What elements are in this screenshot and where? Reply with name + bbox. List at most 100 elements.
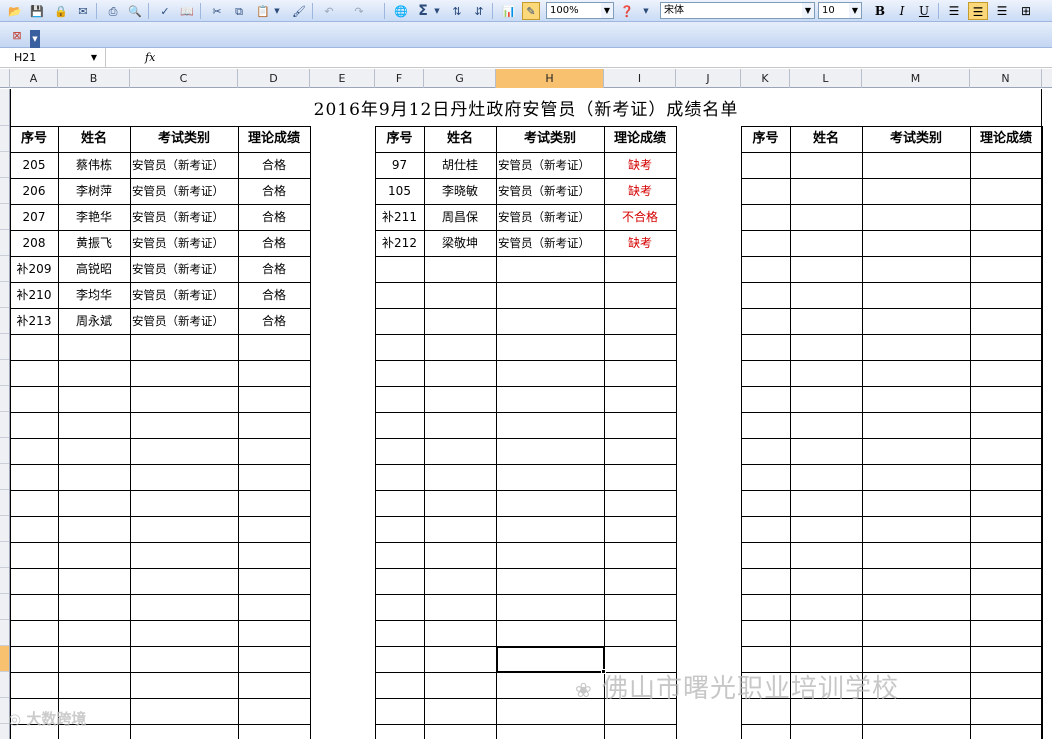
table-cell-name[interactable]: 蔡伟栋 <box>58 152 130 178</box>
print-icon[interactable]: ⎙ <box>104 2 122 20</box>
table-cell-no[interactable]: 补213 <box>10 308 58 334</box>
align-left-icon[interactable]: ☰ <box>944 2 964 20</box>
table-cell-name[interactable]: 李晓敏 <box>424 178 496 204</box>
sort-descending-icon[interactable]: ⇵ <box>470 2 488 20</box>
table-cell-type[interactable]: 安管员（新考证） <box>496 230 604 256</box>
autosum-icon[interactable]: Σ <box>414 2 432 20</box>
hyperlink-icon[interactable]: 🌐 <box>392 2 410 20</box>
font-name-dropdown-icon[interactable]: ▼ <box>802 3 814 18</box>
align-right-icon[interactable]: ☰ <box>992 2 1012 20</box>
column-header-j[interactable]: J <box>676 69 741 88</box>
table-cell-type[interactable]: 安管员（新考证） <box>130 230 238 256</box>
row-header[interactable] <box>0 646 9 672</box>
column-title-score[interactable]: 理论成绩 <box>604 126 676 152</box>
formula-input[interactable] <box>165 48 1045 67</box>
table-cell-name[interactable]: 梁敬坤 <box>424 230 496 256</box>
save-icon[interactable]: 💾 <box>28 2 46 20</box>
table-cell-name[interactable]: 高锐昭 <box>58 256 130 282</box>
column-title-score[interactable]: 理论成绩 <box>970 126 1042 152</box>
row-header[interactable] <box>0 89 9 126</box>
open-folder-icon[interactable]: 📂 <box>6 2 24 20</box>
table-cell-name[interactable]: 李均华 <box>58 282 130 308</box>
table-cell-type[interactable]: 安管员（新考证） <box>130 256 238 282</box>
copy-icon[interactable]: ⧉ <box>230 2 248 20</box>
format-painter-icon[interactable]: 🖌 <box>290 2 308 20</box>
row-header[interactable] <box>0 308 9 334</box>
row-header[interactable] <box>0 594 9 620</box>
table-cell-score[interactable]: 合格 <box>238 230 310 256</box>
table-cell-no[interactable]: 补210 <box>10 282 58 308</box>
autosum-dropdown-icon[interactable]: ▼ <box>432 2 442 20</box>
redo-icon[interactable]: ↷ <box>350 2 368 20</box>
table-cell-type[interactable]: 安管员（新考证） <box>130 178 238 204</box>
table-cell-name[interactable]: 胡仕桂 <box>424 152 496 178</box>
column-title-name[interactable]: 姓名 <box>58 126 130 152</box>
column-header-g[interactable]: G <box>424 69 496 88</box>
table-cell-name[interactable]: 李艳华 <box>58 204 130 230</box>
column-title-name[interactable]: 姓名 <box>790 126 862 152</box>
toolbar-options-icon[interactable]: ▼ <box>640 2 652 20</box>
column-header-b[interactable]: B <box>58 69 130 88</box>
zoom-select[interactable]: 100% ▼ <box>546 2 614 19</box>
spelling-icon[interactable]: ✓ <box>156 2 174 20</box>
row-header[interactable] <box>0 542 9 568</box>
bold-button[interactable]: B <box>870 2 890 20</box>
column-title-score[interactable]: 理论成绩 <box>238 126 310 152</box>
sort-ascending-icon[interactable]: ⇅ <box>448 2 466 20</box>
table-cell-type[interactable]: 安管员（新考证） <box>130 152 238 178</box>
undo-icon[interactable]: ↶ <box>320 2 338 20</box>
table-cell-name[interactable]: 周昌保 <box>424 204 496 230</box>
chart-wizard-icon[interactable]: 📊 <box>500 2 518 20</box>
row-header[interactable] <box>0 256 9 282</box>
column-header-m[interactable]: M <box>862 69 970 88</box>
table-cell-type[interactable]: 安管员（新考证） <box>496 178 604 204</box>
table-cell-score[interactable]: 合格 <box>238 256 310 282</box>
column-title-type[interactable]: 考试类别 <box>130 126 238 152</box>
row-header[interactable] <box>0 672 9 698</box>
row-header[interactable] <box>0 568 9 594</box>
select-all-corner[interactable] <box>0 69 10 88</box>
row-header[interactable] <box>0 282 9 308</box>
table-cell-no[interactable]: 208 <box>10 230 58 256</box>
row-header[interactable] <box>0 438 9 464</box>
zoom-dropdown-icon[interactable]: ▼ <box>601 3 613 18</box>
italic-button[interactable]: I <box>892 2 912 20</box>
font-size-select[interactable]: 10 ▼ <box>818 2 862 19</box>
column-header-i[interactable]: I <box>604 69 676 88</box>
toolbar-options-icon-2[interactable]: ▼ <box>30 30 40 48</box>
table-cell-name[interactable]: 黄振飞 <box>58 230 130 256</box>
column-header-d[interactable]: D <box>238 69 310 88</box>
column-header-l[interactable]: L <box>790 69 862 88</box>
insert-function-icon[interactable]: fx <box>145 48 155 67</box>
row-header[interactable] <box>0 360 9 386</box>
font-size-dropdown-icon[interactable]: ▼ <box>849 3 861 18</box>
row-header[interactable] <box>0 490 9 516</box>
drawing-icon[interactable]: ✎ <box>522 2 540 20</box>
table-cell-type[interactable]: 安管员（新考证） <box>130 308 238 334</box>
font-name-select[interactable]: 宋体 ▼ <box>660 2 815 19</box>
table-cell-score[interactable]: 缺考 <box>604 178 676 204</box>
row-header[interactable] <box>0 204 9 230</box>
table-cell-type[interactable]: 安管员（新考证） <box>496 152 604 178</box>
column-header-a[interactable]: A <box>10 69 58 88</box>
table-cell-no[interactable]: 补209 <box>10 256 58 282</box>
align-center-icon[interactable]: ☰ <box>968 2 988 20</box>
column-header-h[interactable]: H <box>496 69 604 88</box>
underline-button[interactable]: U <box>914 2 934 20</box>
column-header-c[interactable]: C <box>130 69 238 88</box>
paste-dropdown-icon[interactable]: ▼ <box>272 2 282 20</box>
column-title-no[interactable]: 序号 <box>375 126 424 152</box>
print-preview-icon[interactable]: 🔍 <box>126 2 144 20</box>
name-box[interactable]: H21 ▼ <box>0 48 106 67</box>
row-header[interactable] <box>0 126 9 152</box>
table-cell-score[interactable]: 不合格 <box>604 204 676 230</box>
row-header[interactable] <box>0 178 9 204</box>
email-icon[interactable]: ✉ <box>74 2 92 20</box>
research-icon[interactable]: 📖 <box>178 2 196 20</box>
column-title-no[interactable]: 序号 <box>741 126 790 152</box>
paste-icon[interactable]: 📋 <box>254 2 272 20</box>
table-cell-score[interactable]: 缺考 <box>604 230 676 256</box>
pivot-table-icon[interactable]: ⊠ <box>8 26 26 44</box>
table-cell-type[interactable]: 安管员（新考证） <box>130 282 238 308</box>
column-header-f[interactable]: F <box>375 69 424 88</box>
